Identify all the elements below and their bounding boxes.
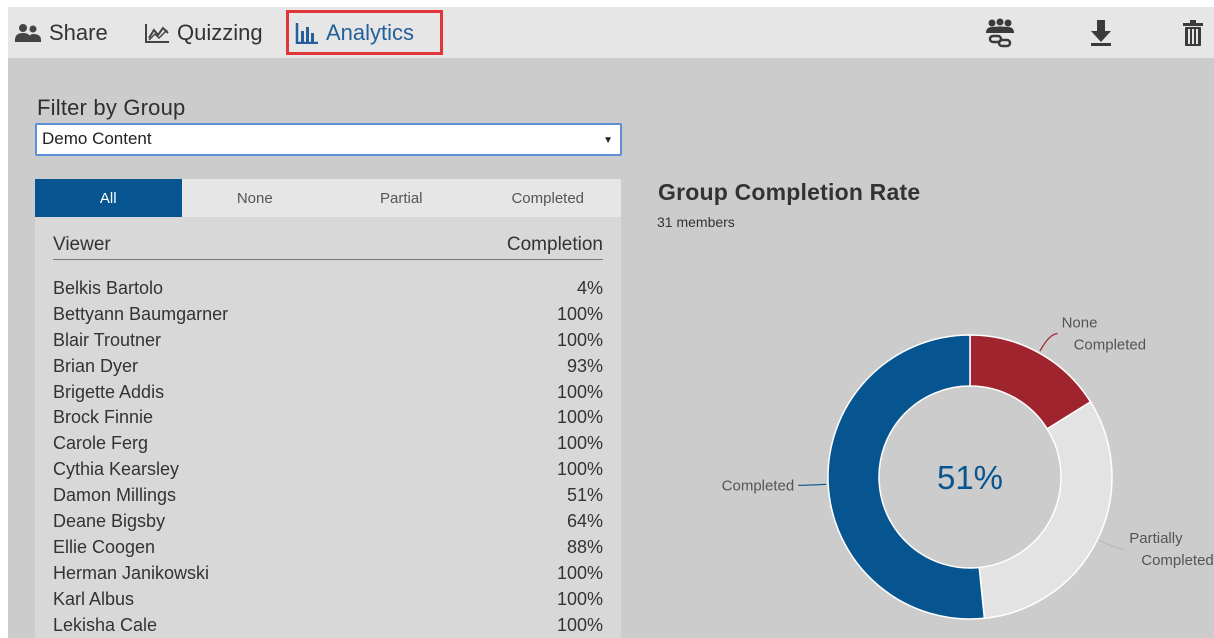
donut-leader-line — [798, 483, 827, 486]
donut-slice-label: None Completed — [1062, 315, 1147, 354]
donut-slice-label: Completed — [722, 477, 795, 494]
donut-leader-line — [1039, 333, 1058, 352]
analytics-frame: Share Quizzing Analytics Filter by Group… — [8, 7, 1214, 638]
donut-center-label: 51% — [937, 459, 1003, 496]
donut-leader-line — [1099, 539, 1126, 550]
donut-slice-partially-completed[interactable] — [978, 400, 1113, 620]
donut-slice-label: Partially Completed — [1129, 530, 1214, 569]
completion-donut-chart: 51% None Completed Partially Completed Comple… — [722, 315, 1214, 620]
